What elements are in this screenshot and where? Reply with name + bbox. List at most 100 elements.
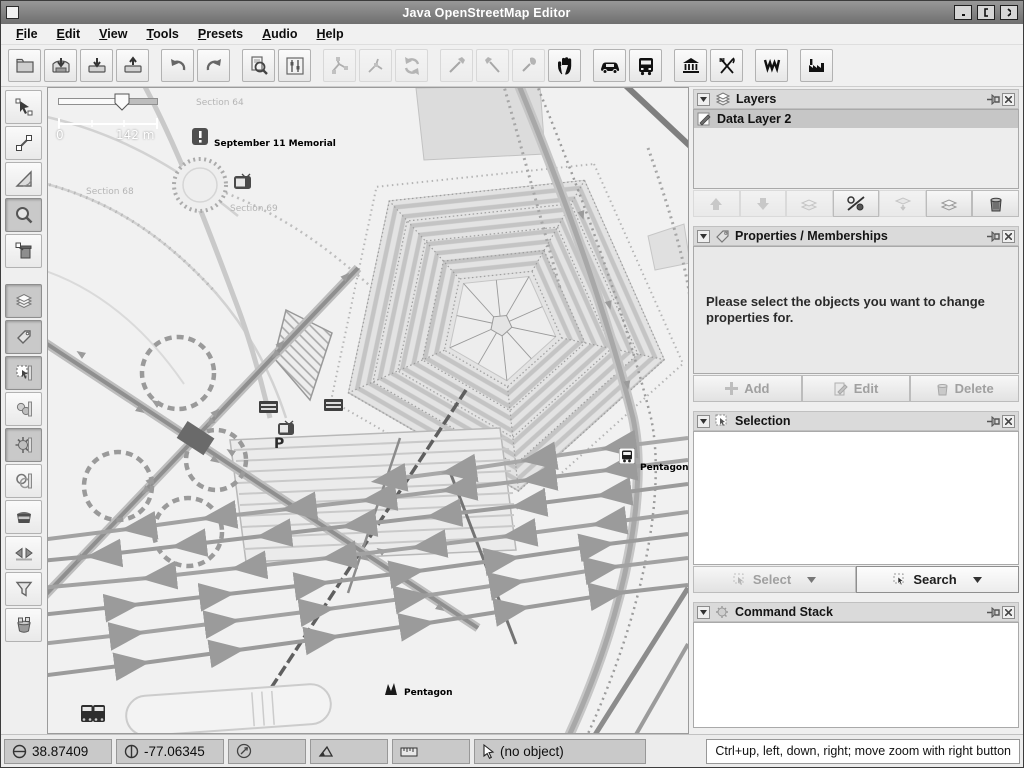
upload-button[interactable] — [116, 49, 149, 82]
close-button[interactable] — [1000, 5, 1018, 20]
toggle-validator-panel-button[interactable] — [5, 500, 42, 534]
command-stack-list[interactable] — [693, 622, 1019, 728]
selection-list[interactable] — [693, 431, 1019, 565]
selection-collapse-button[interactable] — [697, 415, 710, 428]
command-stack-icon — [14, 435, 34, 455]
window-title: Java OpenStreetMap Editor — [24, 6, 949, 20]
properties-close-button[interactable] — [1002, 230, 1015, 243]
layer-duplicate-button[interactable] — [926, 190, 973, 217]
maximize-button[interactable] — [977, 5, 995, 20]
layers-close-button[interactable] — [1002, 93, 1015, 106]
delete-tool-button[interactable] — [5, 234, 42, 268]
open-file-button[interactable] — [8, 49, 41, 82]
edit-property-button[interactable]: Edit — [802, 375, 911, 402]
map-canvas[interactable]: 0 142 m Section 63 Section 64 Section 68… — [47, 87, 689, 734]
selection-close-button[interactable] — [1002, 415, 1015, 428]
chevron-down-icon — [973, 577, 982, 583]
reverse-way-button[interactable] — [476, 49, 509, 82]
latitude-icon — [12, 744, 27, 759]
properties-panel: Properties / Memberships Please select t… — [693, 226, 1019, 402]
add-property-button[interactable]: Add — [693, 375, 802, 402]
factory-preset-button[interactable] — [800, 49, 833, 82]
unglue-button[interactable] — [323, 49, 356, 82]
toggle-selection-panel-button[interactable] — [5, 356, 42, 390]
menu-tools[interactable]: Tools — [139, 25, 186, 43]
menu-audio[interactable]: Audio — [255, 25, 305, 43]
toggle-relations-panel-button[interactable] — [5, 392, 42, 426]
plus-icon — [725, 382, 738, 395]
longitude-value: -77.06345 — [144, 744, 205, 759]
filter-icon — [14, 579, 34, 599]
menu-presets[interactable]: Presets — [191, 25, 251, 43]
restaurant-preset-button[interactable] — [710, 49, 743, 82]
layers-collapse-button[interactable] — [697, 93, 710, 106]
toggle-map-styles-panel-button[interactable] — [5, 464, 42, 498]
menu-help[interactable]: Help — [309, 25, 351, 43]
menu-edit[interactable]: Edit — [50, 25, 89, 43]
update-data-button[interactable] — [395, 49, 428, 82]
select-button[interactable]: Select — [693, 566, 856, 593]
car-preset-button[interactable] — [593, 49, 626, 82]
minimize-button[interactable] — [954, 5, 972, 20]
preferences-button[interactable] — [278, 49, 311, 82]
castle-preset-button[interactable] — [755, 49, 788, 82]
toggle-filter-panel-button[interactable] — [5, 572, 42, 606]
layers-list[interactable]: Data Layer 2 — [693, 109, 1019, 189]
pin-icon[interactable] — [986, 606, 1000, 619]
pan-hand-button[interactable] — [548, 49, 581, 82]
bus-shelter-icon — [259, 401, 278, 413]
select-tool-button[interactable] — [5, 90, 42, 124]
layer-row[interactable]: Data Layer 2 — [694, 110, 1018, 128]
refresh-icon — [401, 55, 423, 77]
combine-way-button[interactable] — [440, 49, 473, 82]
scale-max-label: 142 m — [116, 128, 154, 142]
delete-button-label: Delete — [955, 381, 994, 396]
zoom-tool-button[interactable] — [5, 198, 42, 232]
layer-merge-down-button[interactable] — [879, 190, 926, 217]
toggle-changesets-panel-button[interactable] — [5, 608, 42, 642]
magnifier-icon — [14, 205, 34, 225]
pin-icon[interactable] — [986, 415, 1000, 428]
undo-icon — [167, 55, 189, 77]
menu-bar: File Edit View Tools Presets Audio Help — [1, 24, 1023, 45]
bus-preset-button[interactable] — [629, 49, 662, 82]
command-close-button[interactable] — [1002, 606, 1015, 619]
selection-toolbar: Select Search — [693, 566, 1019, 593]
heading-field — [228, 739, 306, 764]
pin-icon[interactable] — [986, 93, 1000, 106]
measure-tool-button[interactable] — [5, 162, 42, 196]
toggle-command-stack-panel-button[interactable] — [5, 428, 42, 462]
layer-up-button[interactable] — [693, 190, 740, 217]
delete-property-button[interactable]: Delete — [910, 375, 1019, 402]
search-button[interactable]: Search — [856, 566, 1019, 593]
ruler-icon — [400, 746, 418, 757]
search-objects-button[interactable] — [242, 49, 275, 82]
layer-opacity-button[interactable] — [833, 190, 880, 217]
draw-node-tool-button[interactable] — [5, 126, 42, 160]
download-button[interactable] — [80, 49, 113, 82]
monument-preset-button[interactable] — [674, 49, 707, 82]
validator-icon — [14, 507, 34, 527]
undo-button[interactable] — [161, 49, 194, 82]
zoom-slider-thumb[interactable] — [114, 93, 130, 111]
longitude-icon — [124, 744, 139, 759]
toggle-conflicts-panel-button[interactable] — [5, 536, 42, 570]
menu-file[interactable]: File — [9, 25, 46, 43]
menu-view[interactable]: View — [92, 25, 135, 43]
toggle-layers-panel-button[interactable] — [5, 284, 42, 318]
main-toolbar — [1, 45, 1023, 87]
layer-down-button[interactable] — [740, 190, 787, 217]
pin-icon[interactable] — [986, 230, 1000, 243]
layer-delete-button[interactable] — [972, 190, 1019, 217]
split-way-button[interactable] — [359, 49, 392, 82]
properties-collapse-button[interactable] — [697, 230, 710, 243]
map-label-section68: Section 68 — [86, 187, 134, 197]
simplify-way-button[interactable] — [512, 49, 545, 82]
angle-icon — [318, 744, 335, 758]
redo-button[interactable] — [197, 49, 230, 82]
toggle-properties-panel-button[interactable] — [5, 320, 42, 354]
save-button[interactable] — [44, 49, 77, 82]
command-collapse-button[interactable] — [697, 606, 710, 619]
zoom-slider[interactable] — [58, 98, 158, 105]
layer-merge-button[interactable] — [786, 190, 833, 217]
